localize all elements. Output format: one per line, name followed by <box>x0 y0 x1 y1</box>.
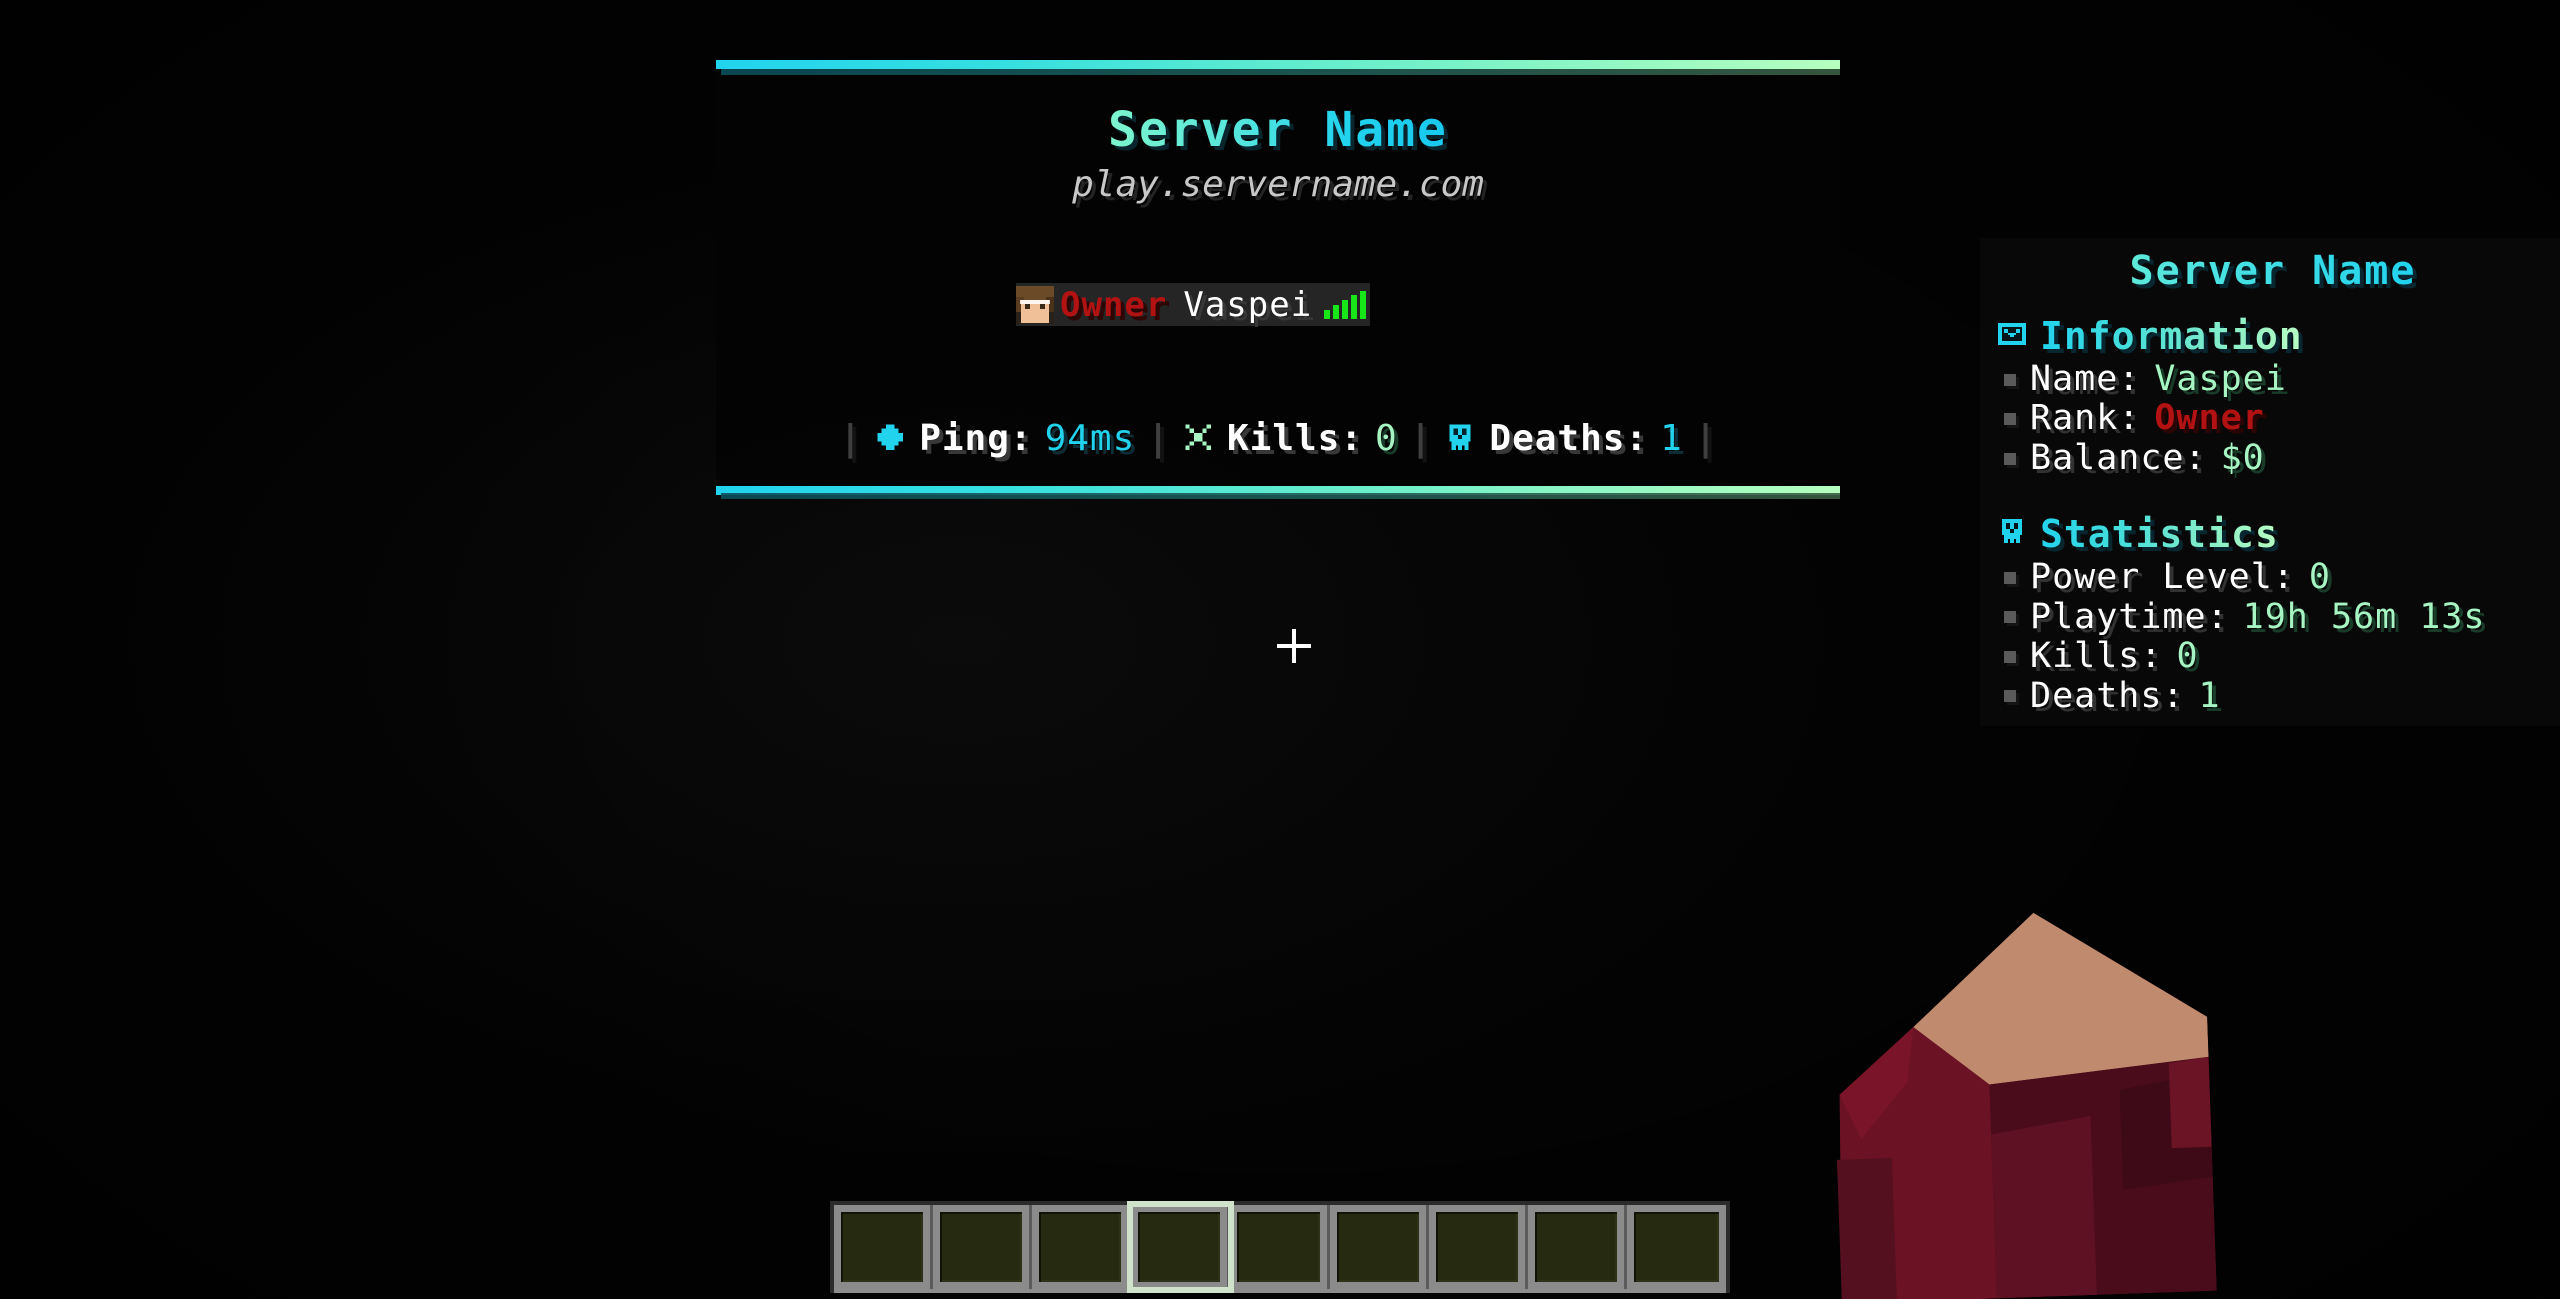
player-name-label: Vaspei <box>1183 284 1313 325</box>
scoreboard-row-rank: Rank: Owner <box>1996 399 2550 438</box>
scoreboard-title: Server Name <box>1996 242 2550 304</box>
hotbar-slot-1[interactable] <box>834 1205 934 1289</box>
kills-value: 0 <box>1375 418 1398 459</box>
scoreboard-row-playtime: Playtime: 19h 56m 13s <box>1996 598 2550 637</box>
player-arm-first-person <box>1733 897 2217 1299</box>
footer-separator-2: | <box>1409 418 1432 459</box>
scoreboard-section-divider <box>1996 478 2550 502</box>
scoreboard-section-statistics: Statistics Power Level: 0 Playtime: 19h … <box>1996 512 2550 716</box>
hotbar[interactable] <box>830 1201 1730 1293</box>
footer-separator-0: | <box>839 418 862 459</box>
scoreboard-section-information: Information Name: Vaspei Rank: Owner Bal… <box>1996 314 2550 478</box>
hotbar-slot-8[interactable] <box>1528 1205 1627 1289</box>
scoreboard-title-text: Server Name <box>2129 248 2417 294</box>
footer-stat-ping: Ping: 94ms <box>873 418 1135 459</box>
ping-cross-icon <box>873 420 907 458</box>
balance-value: $0 <box>2220 437 2265 478</box>
power-level-value: 0 <box>2308 557 2331 598</box>
footer-stat-deaths: Deaths: 1 <box>1443 418 1682 459</box>
statistics-heading-text: Statistics <box>2040 512 2279 557</box>
minecraft-game-viewport: Server Name play.servername.com Owner Va… <box>0 0 2560 1299</box>
player-head-icon <box>1016 285 1054 324</box>
kills-label: Kills: <box>1226 418 1364 459</box>
hotbar-slot-4[interactable] <box>1127 1201 1235 1293</box>
tablist-bottom-border-shadow <box>721 493 1840 499</box>
footer-separator-1: | <box>1147 418 1169 459</box>
ping-label: Ping: <box>919 418 1033 459</box>
bullet-icon <box>2004 572 2016 585</box>
sidebar-scoreboard: Server Name Information Name: Vaspei Ran… <box>1980 238 2560 727</box>
deaths-label: Deaths: <box>1489 418 1649 459</box>
tablist-player-entry[interactable]: Owner Vaspei <box>1016 283 1371 326</box>
player-rank-tag: Owner <box>1060 284 1168 325</box>
hotbar-slot-3[interactable] <box>1032 1205 1132 1289</box>
server-ip-subtitle: play.servername.com <box>1072 164 1484 205</box>
stats-kills-value: 0 <box>2176 636 2199 677</box>
rank-value: Owner <box>2154 398 2265 439</box>
crosshair-icon <box>1277 629 1311 663</box>
hotbar-slot-5[interactable] <box>1230 1205 1330 1289</box>
server-name-title: Server Name <box>1108 102 1448 158</box>
skull-icon <box>1443 420 1477 458</box>
name-label: Name: <box>2030 359 2141 399</box>
hotbar-slot-6[interactable] <box>1330 1205 1429 1289</box>
bullet-icon <box>2004 413 2016 426</box>
information-heading: Information <box>1996 314 2550 358</box>
balance-label: Balance: <box>2030 437 2207 478</box>
stats-deaths-label: Deaths: <box>2030 675 2185 716</box>
playtime-value: 19h 56m 13s <box>2242 596 2486 637</box>
scoreboard-row-power-level: Power Level: 0 <box>1996 558 2550 597</box>
rank-label: Rank: <box>2030 398 2141 439</box>
stats-deaths-value: 1 <box>2198 675 2221 716</box>
information-heading-text: Information <box>2040 314 2303 358</box>
deaths-value: 1 <box>1660 418 1683 459</box>
scoreboard-row-kills: Kills: 0 <box>1996 637 2550 676</box>
power-level-label: Power Level: <box>2030 557 2295 598</box>
bullet-icon <box>2004 650 2016 663</box>
statistics-heading: Statistics <box>1996 512 2550 556</box>
skull-stats-icon <box>1996 512 2028 556</box>
tab-player-list: Server Name play.servername.com Owner Va… <box>716 60 1840 499</box>
envelope-icon <box>1996 314 2028 358</box>
scoreboard-row-balance: Balance: $0 <box>1996 439 2550 478</box>
bullet-icon <box>2004 690 2016 703</box>
footer-separator-3: | <box>1694 418 1717 459</box>
tablist-header: Server Name play.servername.com <box>716 102 1840 205</box>
crossed-swords-icon <box>1181 420 1215 458</box>
bullet-icon <box>2004 452 2016 465</box>
signal-bars-icon <box>1324 290 1367 319</box>
tablist-top-border <box>716 60 1840 69</box>
scoreboard-row-deaths: Deaths: 1 <box>1996 677 2550 716</box>
tablist-footer: | Ping: 94ms | Kills: 0 | Deaths: 1 | <box>716 418 1840 459</box>
hotbar-slot-9[interactable] <box>1627 1205 1726 1289</box>
bullet-icon <box>2004 373 2016 386</box>
bullet-icon <box>2004 611 2016 624</box>
footer-stat-kills: Kills: 0 <box>1181 418 1398 459</box>
stats-kills-label: Kills: <box>2030 636 2163 677</box>
playtime-label: Playtime: <box>2030 596 2229 637</box>
tablist-top-border-shadow <box>721 69 1840 75</box>
hotbar-slot-2[interactable] <box>933 1205 1033 1289</box>
ping-value: 94ms <box>1044 418 1136 459</box>
scoreboard-row-name: Name: Vaspei <box>1996 360 2550 399</box>
name-value: Vaspei <box>2154 359 2287 399</box>
hotbar-slot-7[interactable] <box>1429 1205 1528 1289</box>
